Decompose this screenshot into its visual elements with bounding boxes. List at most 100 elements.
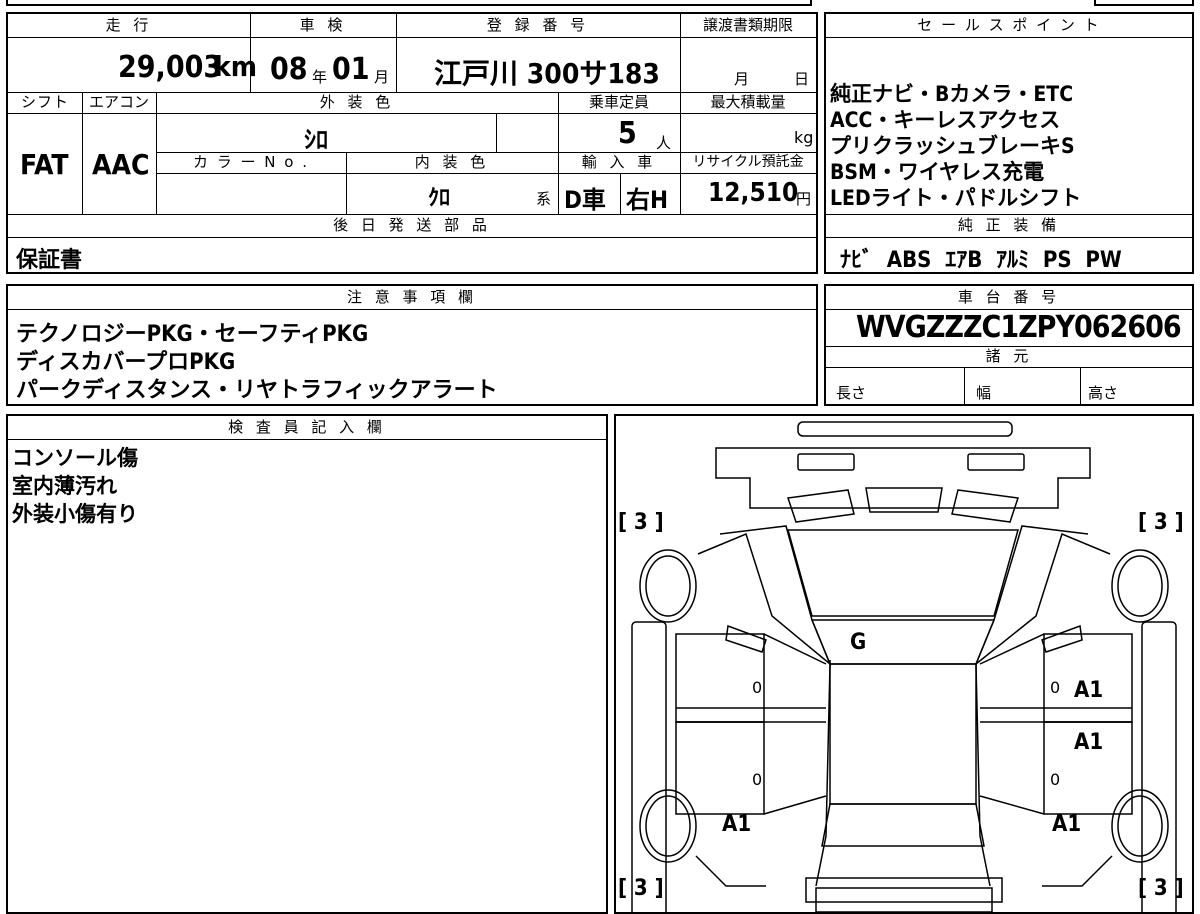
windshield-damage-mark: G — [850, 630, 867, 655]
interior-color-header: 内 装 色 — [346, 152, 558, 174]
aircon-header: エアコン — [82, 92, 156, 114]
chassis-header: 車 台 番 号 — [826, 286, 1192, 310]
deadline-day-label: 日 — [794, 70, 810, 88]
right-rear-door-mark: A1 — [1074, 730, 1104, 755]
specs-header: 諸 元 — [826, 346, 1192, 368]
trunk-lid — [805, 877, 1003, 903]
notes-box: 注 意 事 項 欄 テクノロジーPKG・セーフティPKG ディスカバープロPKG… — [6, 284, 818, 406]
left-mirror — [725, 624, 767, 653]
left-front-door-number: 0 — [752, 678, 763, 697]
import-type: D車 — [564, 186, 606, 214]
aircon-value: AAC — [92, 148, 150, 181]
exterior-color-value: ｼﾛ — [304, 126, 328, 154]
car-diagram-box: [ 3 ] [ 3 ] [ 3 ] [ 3 ] G 0 0 0 0 A1 A1 … — [614, 414, 1194, 914]
chassis-number: WVGZZZC1ZPY062606 — [856, 310, 1182, 345]
front-panel — [715, 447, 1091, 509]
inspector-line-3: 外装小傷有り — [12, 502, 138, 526]
rear-right-tire — [1111, 789, 1169, 863]
inspection-month: 01 — [332, 52, 370, 87]
rear-right-quarter — [1042, 855, 1113, 887]
color-no-header: カ ラ ー N o . — [156, 152, 346, 174]
left-rear-fender-mark: A1 — [722, 812, 752, 837]
rear-left-tire — [639, 789, 697, 863]
height-label: 高さ — [1088, 384, 1119, 402]
note-line-3: パークディスタンス・リヤトラフィックアラート — [16, 378, 498, 403]
front-right-tire-inner — [1117, 555, 1163, 617]
later-parts-header: 後 日 発 送 部 品 — [8, 214, 816, 238]
sales-point-5: LEDライト・パドルシフト — [830, 186, 1082, 210]
recycle-value: 12,510 — [708, 178, 799, 208]
inspector-line-1: コンソール傷 — [12, 446, 138, 470]
rear-right-tire-inner — [1117, 795, 1163, 857]
front-grille-left — [787, 489, 855, 523]
length-label: 長さ — [836, 384, 867, 402]
shift-value: FAT — [20, 148, 69, 181]
year-unit: 年 — [312, 68, 328, 86]
capacity-unit: 人 — [656, 134, 672, 152]
left-rear-door-number: 0 — [752, 770, 763, 789]
rear-left-quarter — [695, 855, 766, 887]
chassis-box: 車 台 番 号 WVGZZZC1ZPY062606 諸 元 長さ 幅 高さ — [824, 284, 1194, 406]
front-grille-right — [951, 489, 1019, 523]
notes-header: 注 意 事 項 欄 — [8, 286, 816, 310]
tire-top-right-label: [ 3 ] — [1138, 510, 1184, 535]
sales-points-header: セ ー ル ス ポ イ ン ト — [826, 14, 1192, 38]
vehicle-info-table: 走 行 車 検 登 録 番 号 譲渡書類期限 29,003 km 08 年 01… — [6, 12, 818, 274]
car-diagram — [631, 421, 1177, 912]
interior-color-suffix: 系 — [536, 190, 552, 208]
right-rear-fender-mark: A1 — [1052, 812, 1082, 837]
left-rear-door — [675, 721, 765, 815]
left-headlight — [797, 453, 855, 471]
mileage-header: 走 行 — [8, 14, 250, 38]
right-rear-door-number: 0 — [1050, 770, 1061, 789]
top-strip-left — [6, 0, 812, 6]
width-label: 幅 — [976, 384, 992, 402]
shift-header: シフト — [8, 92, 82, 114]
front-left-tire — [639, 549, 697, 623]
tire-top-left-label: [ 3 ] — [618, 510, 664, 535]
windshield — [810, 619, 996, 665]
rear-window — [821, 803, 985, 847]
recycle-unit: 円 — [796, 190, 812, 208]
exterior-color-header: 外 装 色 — [156, 92, 558, 114]
sales-points-box: セ ー ル ス ポ イ ン ト 純正ナビ・Bカメラ・ETC ACC・キーレスアク… — [824, 12, 1194, 274]
roof — [829, 663, 977, 805]
left-front-door — [675, 633, 765, 723]
max-load-header: 最大積載量 — [680, 92, 816, 114]
right-headlight — [967, 453, 1025, 471]
genuine-equipment-value: ﾅﾋﾞ ABS ｴｱB ｱﾙﾐ PS PW — [840, 248, 1122, 273]
front-bumper — [797, 421, 1013, 437]
inspector-header: 検 査 員 記 入 欄 — [8, 416, 606, 440]
interior-color-value: ｸﾛ — [428, 186, 451, 211]
capacity-value: 5 — [618, 116, 637, 151]
registration-value: 江戸川 300サ183 — [434, 57, 660, 90]
inspector-box: 検 査 員 記 入 欄 コンソール傷 室内薄汚れ 外装小傷有り — [6, 414, 608, 914]
capacity-header: 乗車定員 — [558, 92, 680, 114]
right-front-door-number: 0 — [1050, 678, 1061, 697]
front-left-tire-inner — [645, 555, 691, 617]
top-strip-right — [1094, 0, 1194, 6]
max-load-unit: kg — [794, 128, 814, 147]
hood — [787, 529, 1019, 617]
transfer-deadline-header: 譲渡書類期限 — [680, 14, 816, 38]
month-unit: 月 — [374, 68, 390, 86]
right-sill — [1141, 621, 1177, 912]
mileage-value: 29,003 — [118, 50, 223, 85]
genuine-equipment-header: 純 正 装 備 — [826, 214, 1192, 238]
registration-header: 登 録 番 号 — [396, 14, 680, 38]
import-header: 輸 入 車 — [558, 152, 680, 174]
tire-bottom-left-label: [ 3 ] — [618, 876, 664, 901]
deadline-month-label: 月 — [734, 70, 750, 88]
inspection-header: 車 検 — [250, 14, 396, 38]
rear-left-tire-inner — [645, 795, 691, 857]
left-sill — [631, 621, 667, 912]
right-mirror — [1041, 624, 1083, 653]
right-front-door-mark: A1 — [1074, 678, 1104, 703]
inspection-year: 08 — [270, 52, 308, 87]
later-parts-value: 保証書 — [16, 248, 83, 273]
tire-bottom-right-label: [ 3 ] — [1138, 876, 1184, 901]
front-right-tire — [1111, 549, 1169, 623]
inspector-line-2: 室内薄汚れ — [12, 474, 117, 498]
recycle-header: リサイクル預託金 — [680, 152, 816, 174]
handle-side: 右H — [626, 186, 669, 214]
